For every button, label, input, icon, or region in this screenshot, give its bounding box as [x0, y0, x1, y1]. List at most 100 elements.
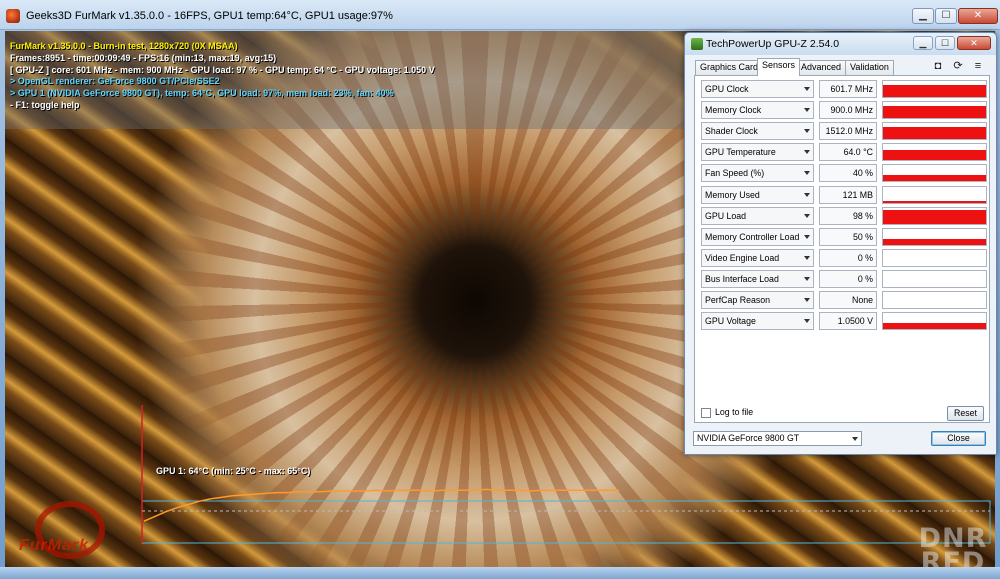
gpu-select-dropdown[interactable]: NVIDIA GeForce 9800 GT [693, 431, 862, 446]
sensor-graph-fill [883, 150, 986, 161]
sensor-name-dropdown[interactable]: Video Engine Load [701, 248, 814, 267]
gpuz-minimize-button[interactable]: ▁ [913, 36, 933, 50]
graph-frame [141, 500, 991, 544]
sensor-name-dropdown[interactable]: GPU Clock [701, 80, 814, 98]
hud-line: Frames:8951 - time:00:09:49 - FPS:16 (mi… [10, 52, 277, 63]
sensor-value: 40 % [819, 164, 877, 183]
sensor-graph-fill [883, 127, 986, 140]
hud-line: [ GPU-Z ] core: 601 MHz - mem: 900 MHz -… [10, 64, 435, 75]
chevron-down-icon [804, 298, 810, 302]
gpuz-close-button[interactable]: ✕ [957, 36, 991, 50]
sensor-graph [882, 227, 987, 246]
sensor-row: GPU Temperature 64.0 °C [701, 143, 987, 162]
sensor-graph-fill [883, 175, 986, 182]
chevron-down-icon [804, 108, 810, 113]
sensor-name-dropdown[interactable]: GPU Voltage [701, 312, 814, 331]
sensor-graph [882, 164, 987, 183]
sensor-name: Bus Interface Load [705, 273, 779, 284]
sensor-row: PerfCap Reason None [701, 291, 987, 309]
sensor-value: 121 MB [819, 185, 877, 204]
hud-line: > GPU 1 (NVIDIA GeForce 9800 GT), temp: … [10, 88, 394, 99]
sensor-graph [882, 101, 987, 120]
sensor-graph-fill [883, 238, 986, 245]
sensor-row: Memory Used 121 MB [701, 185, 987, 204]
sensor-graph [882, 206, 987, 225]
gpuz-window: TechPowerUp GPU-Z 2.54.0 ▁ ☐ ✕ Graphics … [684, 32, 997, 455]
sensor-value: 98 % [819, 206, 877, 225]
sensor-value: 900.0 MHz [819, 101, 877, 120]
sensor-name-dropdown[interactable]: PerfCap Reason [701, 291, 814, 309]
sensor-value: 601.7 MHz [819, 80, 877, 98]
sensor-row: Memory Controller Load 50 % [701, 227, 987, 246]
sensor-name-dropdown[interactable]: Memory Controller Load [701, 227, 814, 246]
gpuz-window-title: TechPowerUp GPU-Z 2.54.0 [706, 38, 840, 50]
gpu-select-value: NVIDIA GeForce 9800 GT [697, 433, 800, 443]
taskbar [0, 567, 1000, 579]
watermark: DNR RED [913, 525, 993, 567]
camera-icon[interactable]: ◘ [931, 60, 945, 72]
sensor-row: Bus Interface Load 0 % [701, 269, 987, 288]
sensor-name-dropdown[interactable]: Fan Speed (%) [701, 164, 814, 183]
sensor-graph-fill [883, 323, 986, 330]
gpuz-app-icon [691, 38, 703, 50]
close-button[interactable]: ✕ [958, 8, 998, 24]
temperature-graph-label: GPU 1: 64°C (min: 25°C - max: 65°C) [156, 466, 311, 476]
sensor-name: GPU Temperature [705, 147, 776, 158]
chevron-down-icon [804, 319, 810, 324]
sensor-value: 64.0 °C [819, 143, 877, 162]
sensor-value: 0 % [819, 269, 877, 288]
sensor-name-dropdown[interactable]: Shader Clock [701, 122, 814, 141]
furmark-titlebar[interactable]: Geeks3D FurMark v1.35.0.0 - 16FPS, GPU1 … [0, 0, 1000, 30]
furmark-app-icon [6, 9, 20, 23]
chevron-down-icon [804, 129, 810, 134]
temperature-line [143, 488, 619, 522]
sensor-value: 0 % [819, 248, 877, 267]
refresh-icon[interactable]: ⟳ [951, 60, 965, 72]
sensor-row: Video Engine Load 0 % [701, 248, 987, 267]
chevron-down-icon [804, 171, 810, 176]
minimize-button[interactable]: ▁ [912, 8, 934, 24]
reset-button[interactable]: Reset [947, 406, 984, 421]
menu-icon[interactable]: ≡ [971, 60, 985, 72]
furmark-window-title: Geeks3D FurMark v1.35.0.0 - 16FPS, GPU1 … [26, 10, 393, 22]
chevron-down-icon [804, 150, 810, 155]
sensor-row: Fan Speed (%) 40 % [701, 164, 987, 183]
sensor-name: GPU Voltage [705, 316, 756, 327]
sensor-graph [882, 185, 987, 204]
sensor-graph-fill [883, 106, 986, 119]
gpuz-maximize-button[interactable]: ☐ [935, 36, 955, 50]
sensor-name-dropdown[interactable]: GPU Temperature [701, 143, 814, 162]
sensor-graph [882, 80, 987, 98]
sensor-graph [882, 312, 987, 331]
furmark-logo: FurMark [15, 501, 135, 563]
sensor-name-dropdown[interactable]: Memory Used [701, 185, 814, 204]
sensor-name: Fan Speed (%) [705, 168, 765, 179]
maximize-button[interactable]: ☐ [935, 8, 957, 24]
gpuz-dialog-close-button[interactable]: Close [931, 431, 986, 446]
sensor-graph [882, 122, 987, 141]
sensor-value: 1.0500 V [819, 312, 877, 331]
log-to-file-label: Log to file [715, 407, 754, 417]
sensor-name: Memory Controller Load [705, 231, 800, 242]
sensor-graph [882, 143, 987, 162]
log-to-file-checkbox[interactable] [701, 408, 711, 418]
tab-validation[interactable]: Validation [845, 60, 894, 75]
gpuz-titlebar[interactable]: TechPowerUp GPU-Z 2.54.0 ▁ ☐ ✕ [685, 33, 996, 55]
sensor-graph [882, 291, 987, 309]
sensor-name-dropdown[interactable]: Memory Clock [701, 101, 814, 120]
sensor-name: Shader Clock [705, 126, 758, 137]
sensor-name-dropdown[interactable]: Bus Interface Load [701, 269, 814, 288]
tab-sensors[interactable]: Sensors [757, 58, 801, 76]
furmark-logo-text: FurMark [19, 537, 90, 554]
chevron-down-icon [804, 87, 810, 91]
sensor-name-dropdown[interactable]: GPU Load [701, 206, 814, 225]
sensor-graph-fill [883, 85, 986, 97]
hud-overlay: FurMark v1.35.0.0 - Burn-in test, 1280x7… [10, 41, 435, 112]
tab-advanced[interactable]: Advanced [796, 60, 847, 75]
tab-graphics-card[interactable]: Graphics Card [695, 60, 764, 75]
sensor-value: 50 % [819, 227, 877, 246]
sensor-graph-fill [883, 209, 986, 224]
hud-line: FurMark v1.35.0.0 - Burn-in test, 1280x7… [10, 41, 238, 51]
chevron-down-icon [852, 437, 858, 441]
hud-line: > OpenGL renderer: GeForce 9800 GT/PCIe/… [10, 76, 220, 87]
